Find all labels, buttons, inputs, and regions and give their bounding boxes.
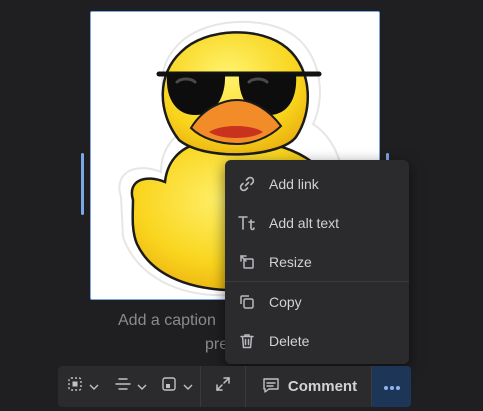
menu-item-label: Delete (269, 332, 310, 349)
chevron-down-icon (183, 378, 193, 396)
comment-button[interactable]: Comment (246, 366, 371, 407)
chevron-down-icon (89, 378, 99, 396)
align-icon (67, 376, 83, 397)
menu-item-label: Copy (269, 293, 302, 310)
frame-button[interactable] (154, 366, 200, 407)
link-icon (225, 175, 269, 193)
alt-text-icon (225, 214, 269, 232)
menu-item-copy[interactable]: Copy (225, 282, 409, 321)
frame-icon (161, 376, 177, 397)
align-button[interactable] (58, 366, 108, 407)
comment-label: Comment (287, 378, 358, 395)
expand-button[interactable] (201, 366, 245, 407)
image-context-menu: Add link Add alt text Resize Copy Delete (225, 160, 409, 364)
chevron-down-icon (137, 378, 147, 396)
resize-icon (225, 253, 269, 271)
spacing-icon (115, 376, 131, 397)
resize-handle-left[interactable] (81, 153, 84, 215)
menu-item-resize[interactable]: Resize (225, 242, 409, 281)
menu-item-add-link[interactable]: Add link (225, 164, 409, 203)
menu-item-add-alt-text[interactable]: Add alt text (225, 203, 409, 242)
caption-placeholder[interactable]: Add a caption (118, 312, 216, 330)
comment-icon (262, 376, 280, 398)
more-icon (383, 378, 401, 396)
image-toolbar: Comment (58, 366, 411, 407)
copy-icon (225, 293, 269, 311)
expand-icon (214, 375, 232, 398)
more-options-button[interactable] (372, 366, 411, 407)
trash-icon (225, 332, 269, 350)
menu-item-label: Add alt text (269, 214, 340, 231)
spacing-button[interactable] (108, 366, 154, 407)
menu-item-delete[interactable]: Delete (225, 321, 409, 360)
menu-item-label: Add link (269, 175, 319, 192)
menu-item-label: Resize (269, 253, 312, 270)
